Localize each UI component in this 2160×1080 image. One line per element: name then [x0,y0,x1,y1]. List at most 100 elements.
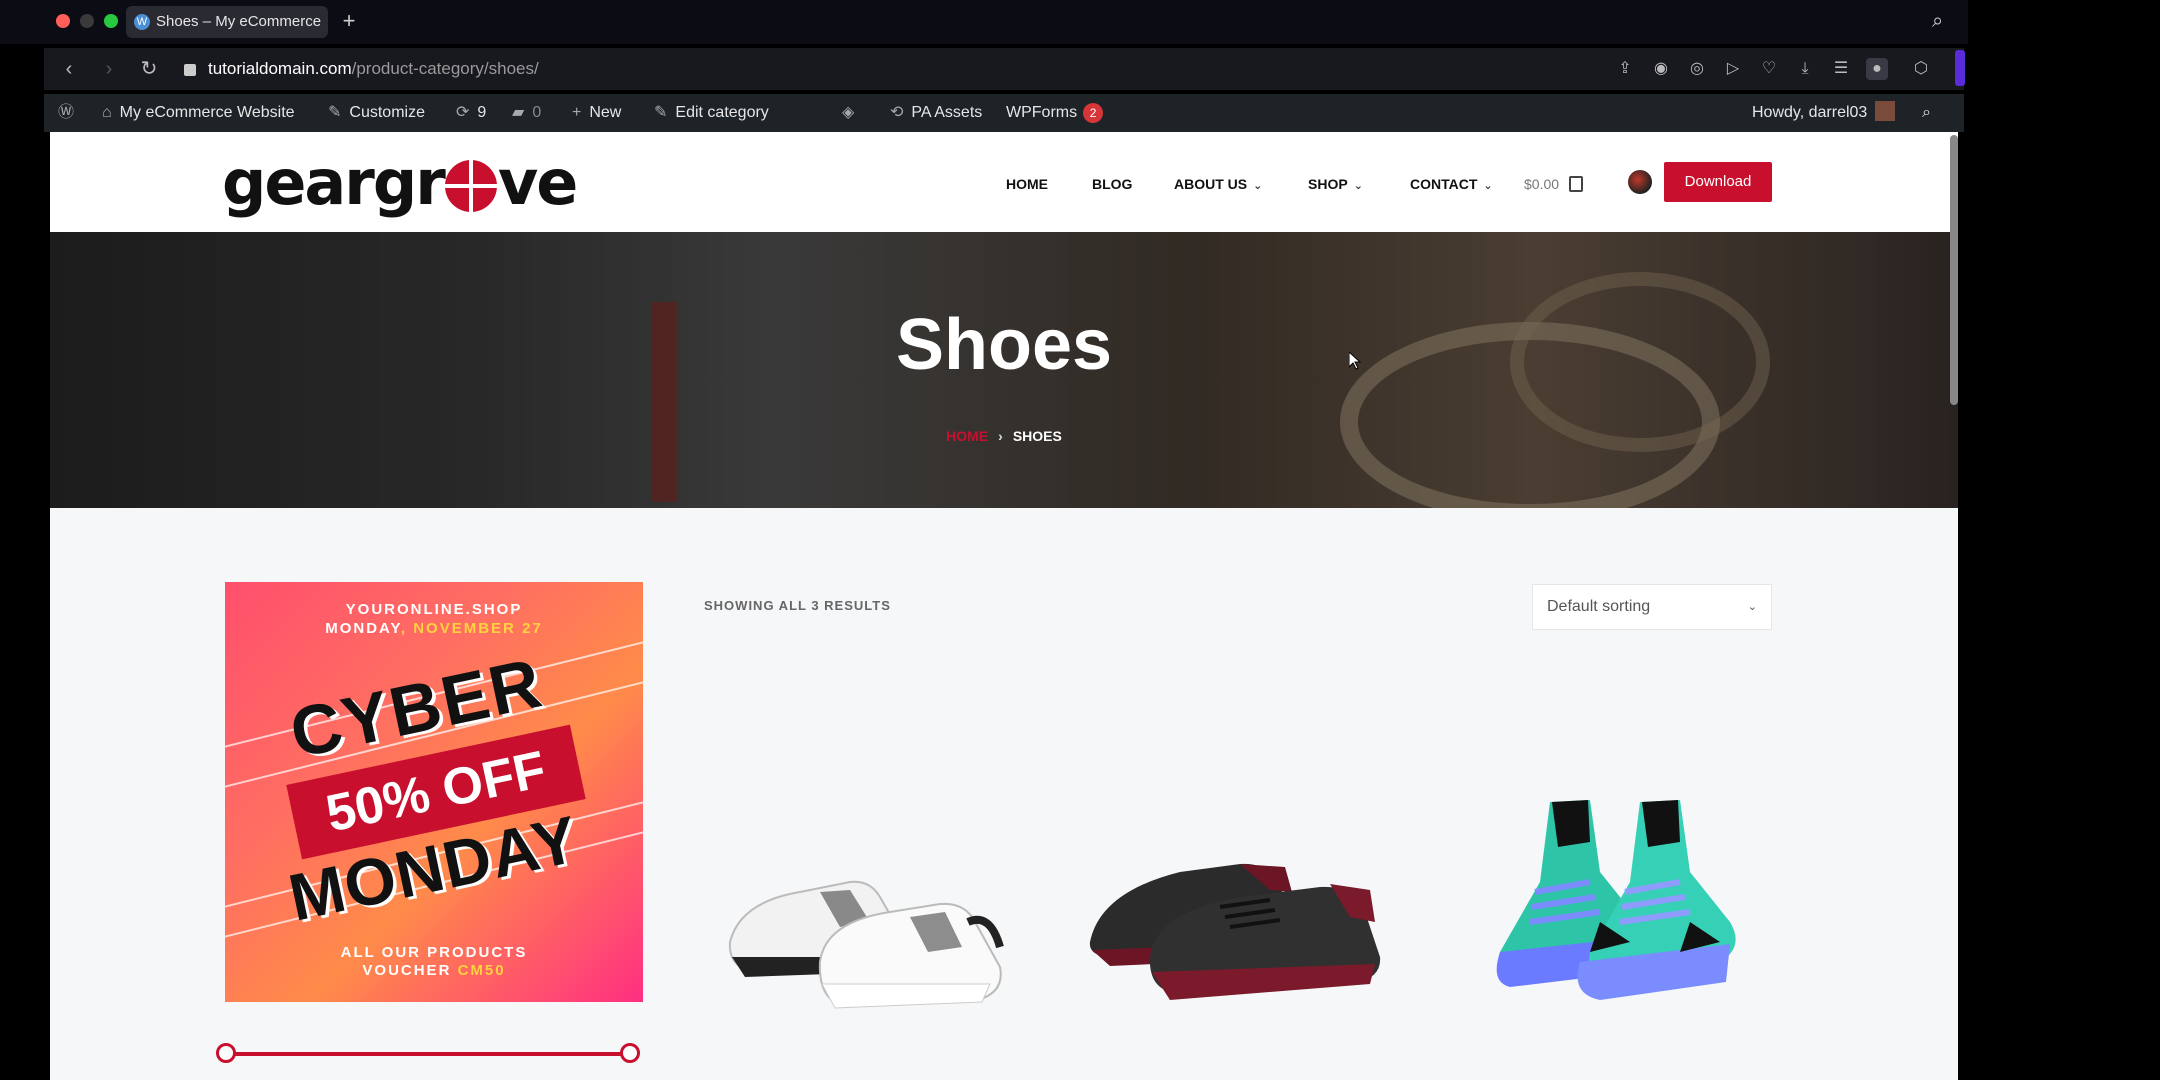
nav-about[interactable]: ABOUT US ⌄ [1174,172,1262,196]
wp-admin-bar: Ⓦ ⌂ My eCommerce Website ✎ Customize ⟳ 9 ▰ 0… [44,94,1964,132]
browser-toolbar: ‹ › ↻ tutorialdomain.com/product-categor… [44,48,1964,90]
website: geargr ve HOME BLOG ABOUT US ⌄ SHOP ⌄ CONTA… [50,132,1958,1080]
admin-customize-label: Customize [349,104,425,121]
wordpress-logo-icon[interactable]: Ⓦ [58,94,82,132]
site-header: geargr ve HOME BLOG ABOUT US ⌄ SHOP ⌄ CONTA… [50,132,1958,232]
user-avatar [1875,101,1896,121]
tab-title: Shoes – My eCommerce [156,13,322,30]
nav-home[interactable]: HOME [1006,172,1048,196]
minimize-window-button[interactable] [80,14,94,28]
updates-icon: ⟳ [456,104,470,121]
cart-bag-icon [1569,176,1584,192]
url-field[interactable]: tutorialdomain.com/product-category/shoe… [184,56,539,82]
back-icon[interactable]: ‹ [56,56,82,82]
banner-top-text: YOURONLINE.SHOP MONDAY, NOVEMBER 27 [225,600,643,638]
blue-sneaker-image [1496,800,1736,1000]
share-icon[interactable]: ⇪ [1614,58,1636,80]
nav-contact-label: CONTACT [1410,176,1478,192]
play-icon[interactable]: ▷ [1722,58,1744,80]
sorting-select[interactable]: Default sorting ⌄ [1532,584,1772,630]
breadcrumb: HOME › SHOES [50,428,1958,444]
cart-link[interactable]: $0.00 [1524,172,1584,196]
mouse-cursor-icon [1349,352,1361,370]
banner-line2-b: , NOVEMBER [400,620,523,637]
admin-updates-count: 9 [477,104,487,121]
wordpress-favicon-icon: W [134,14,150,30]
maximize-window-button[interactable] [104,14,118,28]
admin-new[interactable]: + New [572,94,621,132]
admin-comments-count: 0 [532,104,542,121]
price-slider-max-handle[interactable] [620,1043,640,1063]
chevron-down-icon: ⌄ [1253,180,1263,192]
banner-bottom2: VOUCHER CM50 [225,962,643,980]
price-slider-min-handle[interactable] [216,1043,236,1063]
admin-search-icon[interactable]: ⌕ [1922,94,1931,132]
hero-banner: Shoes HOME › SHOES [50,232,1958,508]
nav-contact[interactable]: CONTACT ⌄ [1410,172,1493,196]
admin-howdy[interactable]: Howdy, darrel03 [1752,94,1896,132]
admin-site-name[interactable]: ⌂ My eCommerce Website [102,94,295,132]
product-card-white-sneaker[interactable] [700,772,1040,1072]
banner-bottom2-a: VOUCHER [362,962,458,979]
plus-icon: + [572,104,582,121]
nav-blog[interactable]: BLOG [1092,172,1132,196]
camera-icon[interactable]: ◉ [1650,58,1672,80]
sidebar-icon[interactable]: ☰ [1830,58,1852,80]
account-avatar[interactable] [1628,170,1652,194]
brush-icon: ✎ [328,104,342,121]
cyber-monday-banner[interactable]: YOURONLINE.SHOP MONDAY, NOVEMBER 27 CYBE… [225,582,643,1002]
chevron-down-icon: ⌄ [1483,180,1493,192]
price-slider-track[interactable] [225,1052,630,1056]
admin-new-label: New [589,104,622,121]
breadcrumb-home[interactable]: HOME [946,428,988,444]
forward-icon[interactable]: › [96,56,122,82]
screen: W Shoes – My eCommerce + ⌕ ‹ › ↻ tutoria… [0,0,2160,1080]
admin-customize[interactable]: ✎ Customize [328,94,425,132]
lock-icon [184,63,196,76]
admin-pa-assets-label: PA Assets [911,104,983,121]
cube-icon[interactable]: ⬡ [1910,58,1932,80]
admin-diamond[interactable]: ◈ [842,94,862,132]
admin-howdy-label: Howdy, darrel03 [1752,104,1868,121]
admin-comments[interactable]: ▰ 0 [512,94,541,132]
tab-search-icon[interactable]: ⌕ [1932,10,1943,33]
admin-edit-category-label: Edit category [675,104,769,121]
product-card-black-sneaker[interactable] [1070,772,1410,1072]
white-sneaker-image [728,880,1004,1009]
chevron-down-icon: ⌄ [1353,180,1363,192]
banner-line1: YOURONLINE.SHOP [345,601,523,618]
breadcrumb-separator-icon: › [998,428,1003,444]
reload-icon[interactable]: ↻ [136,56,162,82]
banner-line2: MONDAY, NOVEMBER 27 [225,619,643,638]
logo-text-right: ve [497,146,578,219]
logo-text-left: geargr [222,146,446,219]
results-count: SHOWING ALL 3 RESULTS [704,598,891,613]
site-logo[interactable]: geargr ve [222,146,578,219]
download-icon[interactable]: ⤓ [1794,58,1816,80]
extension-indicator [1955,50,1965,86]
url-path: /product-category/shoes/ [351,59,539,78]
diamond-icon: ◈ [842,104,855,121]
cart-total: $0.00 [1524,176,1560,192]
product-card-blue-sneaker[interactable] [1440,772,1780,1072]
download-button[interactable]: Download [1664,162,1772,202]
admin-edit-category[interactable]: ✎ Edit category [654,94,769,132]
shield-icon[interactable]: ◎ [1686,58,1708,80]
profile-icon[interactable]: ● [1866,58,1888,80]
admin-wpforms[interactable]: WPForms 2 [1006,94,1104,132]
close-window-button[interactable] [56,14,70,28]
nav-shop[interactable]: SHOP ⌄ [1308,172,1363,196]
wpforms-badge: 2 [1083,103,1104,123]
admin-pa-assets[interactable]: ⟲ PA Assets [890,94,982,132]
nav-shop-label: SHOP [1308,176,1348,192]
nav-about-label: ABOUT US [1174,176,1248,192]
black-sneaker-image [1089,863,1381,1000]
banner-line2-c: 27 [522,620,543,637]
new-tab-button[interactable]: + [338,8,360,34]
page-scrollbar[interactable] [1950,135,1958,405]
heart-icon[interactable]: ♡ [1758,58,1780,80]
admin-updates[interactable]: ⟳ 9 [456,94,486,132]
browser-tab-active[interactable]: W Shoes – My eCommerce [126,6,328,38]
pa-assets-icon: ⟲ [890,104,904,121]
banner-line2-a: MONDAY [325,620,401,637]
